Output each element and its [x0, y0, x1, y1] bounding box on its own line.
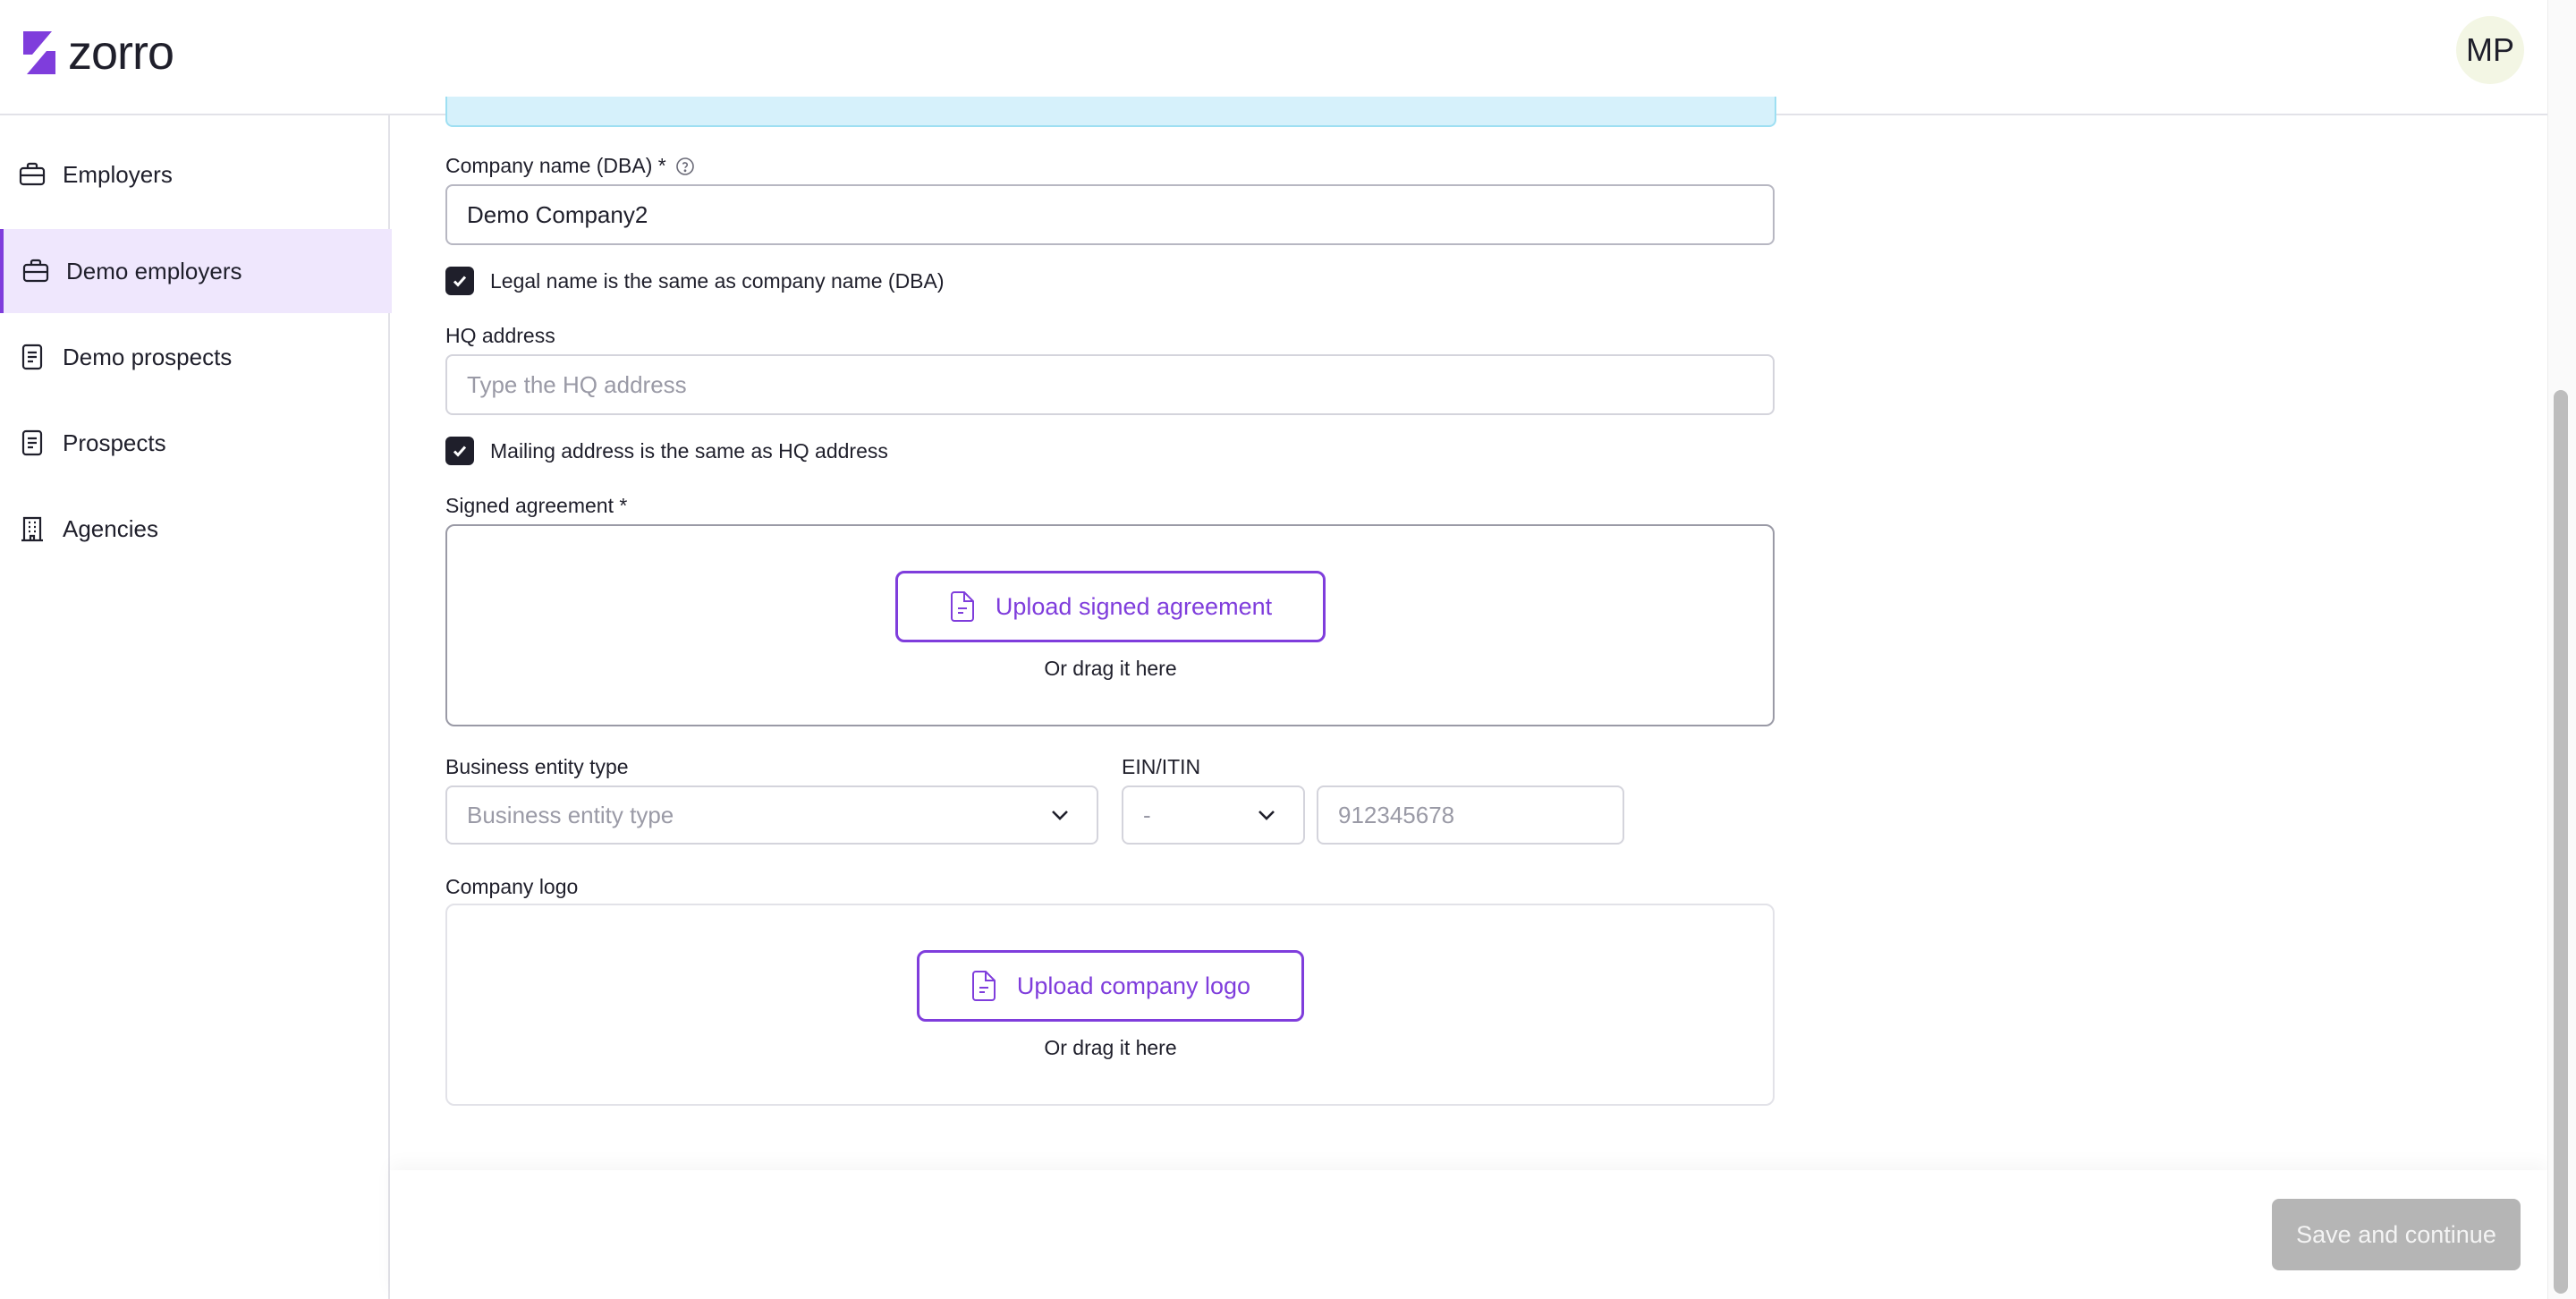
zorro-logo[interactable]: zorro: [20, 25, 174, 81]
signed-agreement-drag-text: Or drag it here: [1044, 657, 1177, 680]
business-entity-select[interactable]: Business entity type: [445, 785, 1098, 845]
company-logo-label: Company logo: [445, 875, 579, 898]
sidebar-item-label: Agencies: [63, 514, 158, 542]
sidebar-item-label: Prospects: [63, 429, 166, 456]
ein-type-placeholder: -: [1143, 801, 1151, 828]
ein-type-select[interactable]: -: [1122, 785, 1305, 845]
ein-number-input[interactable]: 912345678: [1317, 785, 1624, 845]
legal-name-same-row[interactable]: Legal name is the same as company name (…: [445, 267, 945, 295]
sidebar: Employers Demo employers Demo prospects …: [0, 115, 392, 1299]
document-icon: [21, 429, 43, 456]
document-icon: [21, 344, 43, 370]
hq-address-label: HQ address: [445, 324, 555, 347]
ein-number-placeholder: 912345678: [1338, 801, 1455, 828]
hq-address-input[interactable]: Type the HQ address: [445, 354, 1775, 415]
chevron-down-icon: [1052, 811, 1068, 820]
save-and-continue-button[interactable]: Save and continue: [2272, 1199, 2521, 1270]
company-name-label-text: Company name (DBA) *: [445, 154, 666, 177]
company-name-value: Demo Company2: [467, 200, 648, 228]
sidebar-item-employers[interactable]: Employers: [0, 132, 388, 216]
sidebar-item-agencies[interactable]: Agencies: [0, 487, 388, 571]
upload-signed-agreement-button[interactable]: Upload signed agreement: [895, 571, 1326, 642]
check-icon: [453, 446, 467, 457]
company-name-label: Company name (DBA) *: [445, 154, 695, 178]
mailing-same-checkbox[interactable]: [445, 437, 474, 465]
zorro-logo-icon: [23, 31, 55, 74]
check-icon: [453, 276, 467, 287]
sidebar-item-demo-employers[interactable]: Demo employers: [0, 229, 392, 313]
ein-label: EIN/ITIN: [1122, 755, 1201, 778]
sidebar-item-prospects[interactable]: Prospects: [0, 401, 388, 485]
business-entity-label: Business entity type: [445, 755, 629, 778]
sidebar-item-demo-prospects[interactable]: Demo prospects: [0, 315, 388, 399]
user-avatar[interactable]: MP: [2456, 16, 2524, 84]
question-circle-icon[interactable]: [675, 157, 695, 176]
signed-agreement-label: Signed agreement *: [445, 494, 628, 517]
file-upload-icon: [971, 971, 996, 1001]
logo-text: zorro: [68, 26, 174, 80]
scrollbar-thumb[interactable]: [2554, 390, 2568, 1294]
upload-signed-agreement-label: Upload signed agreement: [995, 592, 1273, 620]
company-logo-drag-text: Or drag it here: [1044, 1036, 1177, 1059]
file-upload-icon: [950, 591, 974, 622]
info-banner: [445, 97, 1776, 127]
mailing-same-row[interactable]: Mailing address is the same as HQ addres…: [445, 437, 888, 465]
sidebar-item-label: Employers: [63, 160, 173, 188]
briefcase-icon: [22, 259, 49, 283]
mailing-same-label: Mailing address is the same as HQ addres…: [490, 438, 888, 463]
upload-company-logo-button[interactable]: Upload company logo: [917, 950, 1304, 1022]
chevron-down-icon: [1258, 811, 1275, 820]
sidebar-item-label: Demo employers: [66, 257, 242, 284]
legal-name-same-label: Legal name is the same as company name (…: [490, 268, 945, 293]
sidebar-item-label: Demo prospects: [63, 343, 233, 370]
building-icon: [21, 516, 43, 542]
business-entity-placeholder: Business entity type: [467, 801, 674, 828]
footer-bar: [390, 1170, 2547, 1299]
hq-address-placeholder: Type the HQ address: [467, 370, 687, 398]
briefcase-icon: [19, 162, 46, 186]
upload-company-logo-label: Upload company logo: [1016, 972, 1251, 999]
company-name-input[interactable]: Demo Company2: [445, 184, 1775, 245]
legal-name-same-checkbox[interactable]: [445, 267, 474, 295]
